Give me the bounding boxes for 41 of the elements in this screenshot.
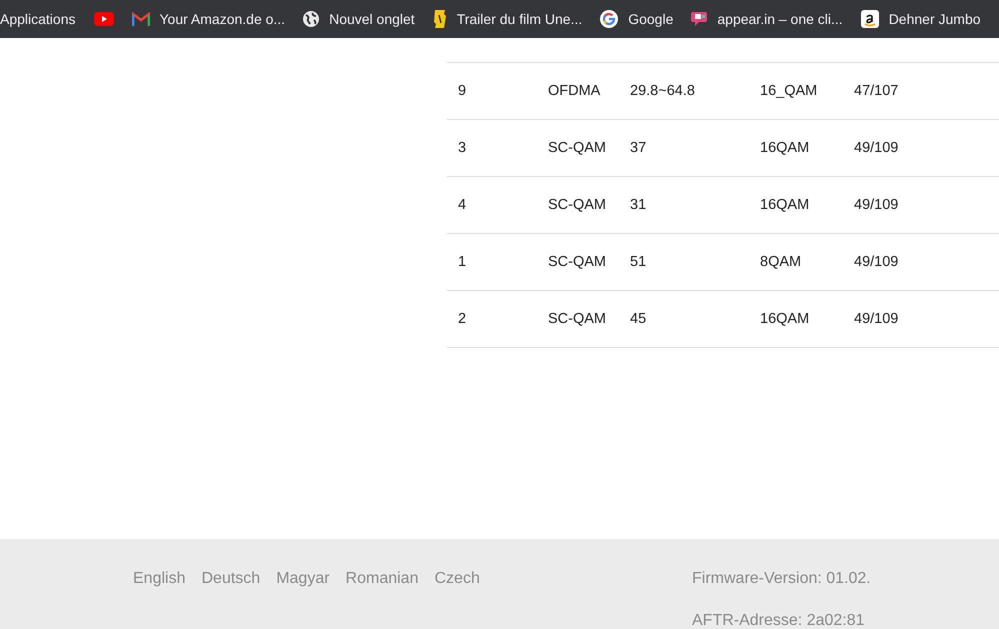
table-cell-text: 37 [630, 140, 648, 156]
table-cell-text: 1 [458, 254, 468, 270]
bookmark-link[interactable]: Trailer du film Une... [424, 6, 592, 32]
bookmark-link[interactable]: Google [591, 6, 682, 32]
table-cell-text: 45 [630, 311, 648, 327]
table-cell-text: SC-QAM [548, 311, 607, 327]
bookmark-link[interactable]: Nouvel onglet [294, 6, 424, 32]
chat-icon [691, 12, 708, 26]
table-cell-text: 16QAM [760, 140, 810, 156]
table-cell-text: 29.8~64.8 [630, 83, 696, 99]
table-cell-text: 31 [630, 197, 648, 213]
table-cell-text: 49/109 [854, 311, 900, 327]
play-icon [94, 12, 114, 26]
bookmark-link[interactable]: Your Amazon.de o... [122, 6, 294, 32]
table-cell-text: 16_QAM [760, 83, 818, 99]
globe-icon [303, 11, 320, 27]
bookmark-link[interactable]: Dehner Jumbo [852, 6, 990, 32]
footer-info-text: Firmware-Version: 01.02. [692, 570, 871, 588]
table-cell-text: 47/107 [854, 83, 900, 99]
mail-icon [132, 12, 150, 26]
footer-info-text: AFTR-Adresse: 2a02:81 [692, 612, 866, 629]
table-cell-text: 4 [458, 197, 468, 213]
table-cell-text: OFDMA [548, 83, 602, 99]
table-cell-text: 16QAM [760, 311, 810, 327]
table-cell-text: 2 [458, 311, 468, 327]
table-cell-text: SC-QAM [548, 254, 607, 270]
table-cell-text: SC-QAM [548, 197, 607, 213]
table-cell-text: SC-QAM [548, 140, 607, 156]
table-cell-text: 3 [458, 140, 468, 156]
table-cell-text: 49/109 [854, 140, 900, 156]
bookmark-link[interactable]: appear.in – one cli... [682, 6, 852, 32]
table-cell-text: 9 [458, 83, 468, 99]
google-g-icon [600, 10, 618, 28]
amazon-icon [860, 10, 879, 28]
table-cell-text: 49/109 [854, 197, 900, 213]
table-cell-text: 51 [630, 254, 648, 270]
table-cell-text: 49/109 [854, 254, 900, 270]
table-cell-text: 8QAM [760, 254, 802, 270]
ticket-icon [432, 10, 447, 28]
table-cell-text: 16QAM [760, 197, 810, 213]
bookmark-link[interactable]: Applications [0, 6, 84, 32]
